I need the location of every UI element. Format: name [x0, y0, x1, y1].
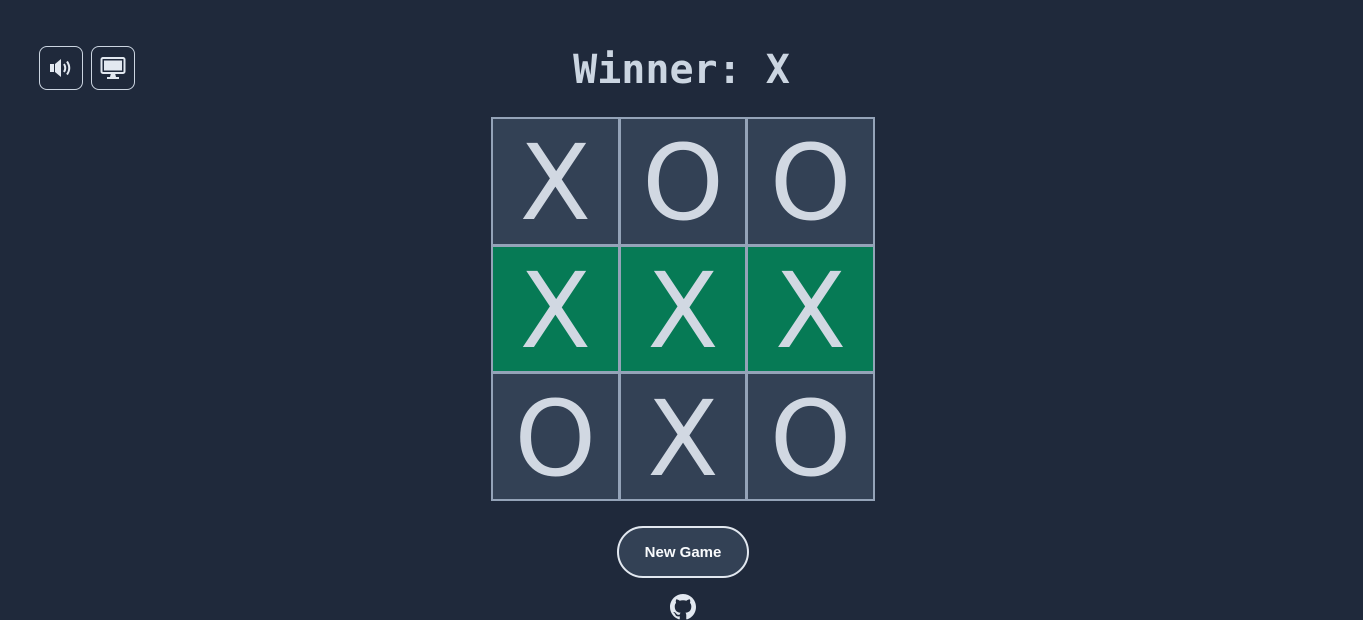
board-cell[interactable]: X	[620, 246, 746, 372]
board-cell[interactable]: X	[493, 246, 618, 372]
github-link[interactable]	[670, 594, 696, 620]
board-cell[interactable]: O	[748, 374, 873, 499]
game-status: Winner: X	[573, 47, 790, 93]
board-cell[interactable]: O	[620, 119, 746, 244]
board-cell[interactable]: O	[493, 374, 618, 499]
game-screen: Winner: X X O O X X X O X O New Game	[0, 0, 1363, 620]
board-cell[interactable]: X	[748, 246, 873, 372]
new-game-button[interactable]: New Game	[617, 526, 749, 578]
board-cell[interactable]: X	[620, 374, 746, 499]
game-board: X O O X X X O X O	[491, 117, 875, 501]
board-cell[interactable]: X	[493, 119, 618, 244]
github-icon	[670, 594, 696, 620]
board-cell[interactable]: O	[748, 119, 873, 244]
